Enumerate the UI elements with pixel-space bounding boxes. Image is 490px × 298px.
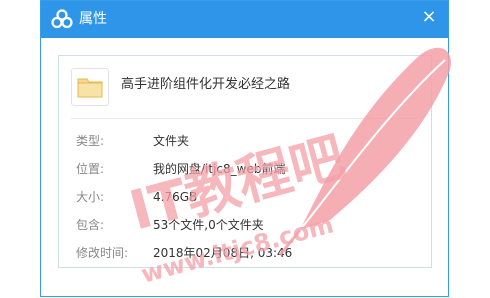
property-value: 4.76GB xyxy=(153,190,198,204)
dialog-title: 属性 xyxy=(79,11,107,27)
properties-panel: 高手进阶组件化开发必经之路 类型: 文件夹 位置: 我的网盘/itjc8_web… xyxy=(58,55,432,268)
folder-thumbnail xyxy=(71,68,109,106)
property-value: 我的网盘/itjc8_web前端 xyxy=(153,162,286,176)
property-value: 文件夹 xyxy=(153,134,190,148)
properties-dialog: 属性 × 高手进阶组件化开发必经之路 类型: 文件夹 位置: 我的网盘/itjc… xyxy=(40,0,449,297)
folder-name: 高手进阶组件化开发必经之路 xyxy=(121,77,291,92)
close-icon[interactable]: × xyxy=(420,8,438,26)
property-label: 位置: xyxy=(76,162,105,176)
property-label: 修改时间: xyxy=(76,246,129,260)
property-label: 类型: xyxy=(76,134,105,148)
property-label: 包含: xyxy=(76,218,105,232)
property-value: 53个文件,0个文件夹 xyxy=(153,218,264,232)
baidu-netdisk-cloud-icon xyxy=(51,9,73,29)
divider xyxy=(71,118,417,119)
property-value: 2018年02月08日, 03:46 xyxy=(153,246,293,260)
property-label: 大小: xyxy=(76,190,105,204)
folder-icon xyxy=(77,78,103,98)
title-bar[interactable]: 属性 × xyxy=(41,1,448,38)
